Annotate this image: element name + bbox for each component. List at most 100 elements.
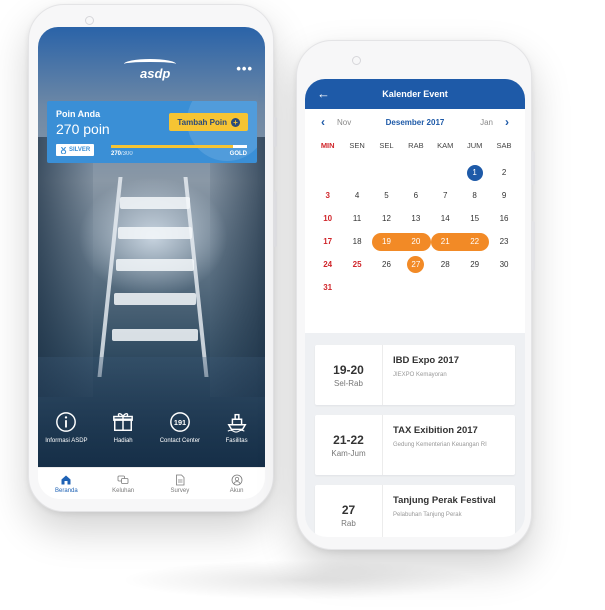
calendar-day[interactable]: 1 <box>460 164 489 182</box>
event-days: Kam-Jum <box>331 448 366 458</box>
calendar-day[interactable]: 27 <box>401 255 430 274</box>
calendar-day-empty <box>372 164 401 182</box>
calendar-day[interactable]: 15 <box>460 210 489 228</box>
event-info: IBD Expo 2017 JIEXPO Kemayoran <box>383 345 515 405</box>
home-icon <box>61 475 71 484</box>
next-month-button[interactable]: Jan <box>480 118 493 127</box>
event-card[interactable]: 19-20 Sel-Rab IBD Expo 2017 JIEXPO Kemay… <box>315 345 515 405</box>
event-title: IBD Expo 2017 <box>393 355 459 366</box>
quick-item-contact-center[interactable]: 191 Contact Center <box>152 411 208 444</box>
calendar-day-empty <box>342 164 371 182</box>
calendar-day[interactable]: 18 <box>342 233 371 251</box>
calendar-day[interactable]: 23 <box>489 233 518 251</box>
calendar-day[interactable]: 6 <box>401 187 430 205</box>
weekday-label: MIN <box>320 141 335 150</box>
calendar-day[interactable]: 10 <box>313 210 342 228</box>
camera-icon <box>352 56 361 65</box>
calendar-day[interactable]: 11 <box>342 210 371 228</box>
chat-icon <box>117 475 129 484</box>
event-date-block: 27 Rab <box>315 485 383 537</box>
event-date-block: 21-22 Kam-Jum <box>315 415 383 475</box>
contact-191-icon: 191 <box>169 412 190 432</box>
calendar-day[interactable]: 17 <box>313 233 342 251</box>
nav-item-survey[interactable]: Survey <box>155 474 205 494</box>
add-points-button[interactable]: Tambah Poin + <box>169 113 248 131</box>
calendar-day[interactable]: 9 <box>489 187 518 205</box>
ferry-interior-photo <box>38 27 265 467</box>
calendar-day[interactable]: 24 <box>313 256 342 274</box>
calendar-grid: 1 2 3 4 5 6 7 8 9 10 11 12 13 14 15 16 17 18 19 20 21 22 23 24 2… <box>313 161 519 299</box>
calendar-day-empty <box>313 164 342 182</box>
quick-item-hadiah[interactable]: Hadiah <box>95 411 151 444</box>
calendar-day[interactable]: 20 <box>401 232 431 251</box>
points-progress-bar <box>111 145 247 148</box>
calendar-day[interactable]: 14 <box>431 210 460 228</box>
event-card[interactable]: 21-22 Kam-Jum TAX Exibition 2017 Gedung … <box>315 415 515 475</box>
calendar-day-empty <box>431 164 460 182</box>
calendar-day-empty <box>460 279 489 297</box>
weekday-label: SEN <box>349 141 365 150</box>
event-card[interactable]: 27 Rab Tanjung Perak Festival Pelabuhan … <box>315 485 515 537</box>
calendar-day[interactable]: 22 <box>459 232 490 251</box>
calendar-day[interactable]: 29 <box>460 256 489 274</box>
next-tier-label: GOLD <box>229 151 247 157</box>
floor-shadow <box>120 560 480 600</box>
calendar-day[interactable]: 12 <box>372 210 401 228</box>
quick-item-fasilitas[interactable]: Fasilitas <box>209 411 265 444</box>
tier-badge: SILVER <box>56 144 95 156</box>
ship-icon <box>227 413 247 433</box>
points-value: 270 poin <box>56 121 110 137</box>
event-info: TAX Exibition 2017 Gedung Kementerian Ke… <box>383 415 515 475</box>
points-card: Poin Anda 270 poin Tambah Poin + SILVER … <box>47 101 257 163</box>
side-button <box>531 221 535 271</box>
calendar-day-empty <box>431 279 460 297</box>
more-horizontal-icon[interactable]: ••• <box>236 61 253 76</box>
side-button <box>531 151 535 185</box>
calendar-day[interactable]: 19 <box>371 232 402 251</box>
event-date-block: 19-20 Sel-Rab <box>315 345 383 405</box>
calendar-day[interactable]: 25 <box>342 256 371 274</box>
calendar-day[interactable]: 4 <box>342 187 371 205</box>
weekday-label: SAB <box>496 141 512 150</box>
nav-item-keluhan[interactable]: Keluhan <box>98 474 148 494</box>
quick-menu: Informasi ASDP Hadiah 191 Contact Center… <box>38 411 265 444</box>
nav-item-akun[interactable]: Akun <box>212 474 262 494</box>
info-icon <box>56 412 77 432</box>
gift-icon <box>113 413 134 431</box>
user-icon <box>231 474 243 485</box>
points-progress-fill <box>111 145 234 148</box>
calendar-day[interactable]: 2 <box>489 164 518 182</box>
quick-item-informasi[interactable]: Informasi ASDP <box>38 411 94 444</box>
calendar-day[interactable]: 7 <box>431 187 460 205</box>
points-progress-text: 270/300 <box>111 151 133 157</box>
calendar-day[interactable]: 16 <box>489 210 518 228</box>
event-days: Rab <box>341 518 356 528</box>
side-button <box>273 191 277 247</box>
calendar-week-row: 10 11 12 13 14 15 16 <box>313 207 519 230</box>
phone-home: asdp ••• Poin Anda 270 poin Tambah Poin … <box>28 4 277 512</box>
calendar-week-row: 12 <box>313 161 519 184</box>
event-location: JIEXPO Kemayoran <box>393 372 447 378</box>
calendar-day[interactable]: 3 <box>313 187 342 205</box>
asdp-logo: asdp <box>120 57 180 83</box>
event-date: 19-20 <box>333 362 364 377</box>
calendar-day[interactable]: 30 <box>489 256 518 274</box>
event-date: 27 <box>341 502 356 517</box>
calendar-week-row: 24 25 26 27 28 29 30 <box>313 253 519 276</box>
nav-item-beranda[interactable]: Beranda <box>41 474 91 494</box>
side-button <box>273 117 277 147</box>
calendar-day[interactable]: 13 <box>401 210 430 228</box>
calendar-day-empty <box>489 279 518 297</box>
calendar-day[interactable]: 31 <box>313 279 342 297</box>
calendar-day[interactable]: 8 <box>460 187 489 205</box>
bottom-nav: Beranda Keluhan Survey Akun <box>38 467 265 499</box>
add-points-label: Tambah Poin <box>177 117 227 127</box>
weekday-label: RAB <box>408 141 424 150</box>
chevron-right-icon[interactable]: › <box>505 115 509 129</box>
calendar-day[interactable]: 21 <box>430 232 460 251</box>
calendar-day[interactable]: 5 <box>372 187 401 205</box>
calendar-day[interactable]: 28 <box>431 256 460 274</box>
calendar-day[interactable]: 26 <box>372 256 401 274</box>
arrow-left-icon[interactable]: ← <box>317 86 330 101</box>
event-list: 19-20 Sel-Rab IBD Expo 2017 JIEXPO Kemay… <box>305 333 525 537</box>
